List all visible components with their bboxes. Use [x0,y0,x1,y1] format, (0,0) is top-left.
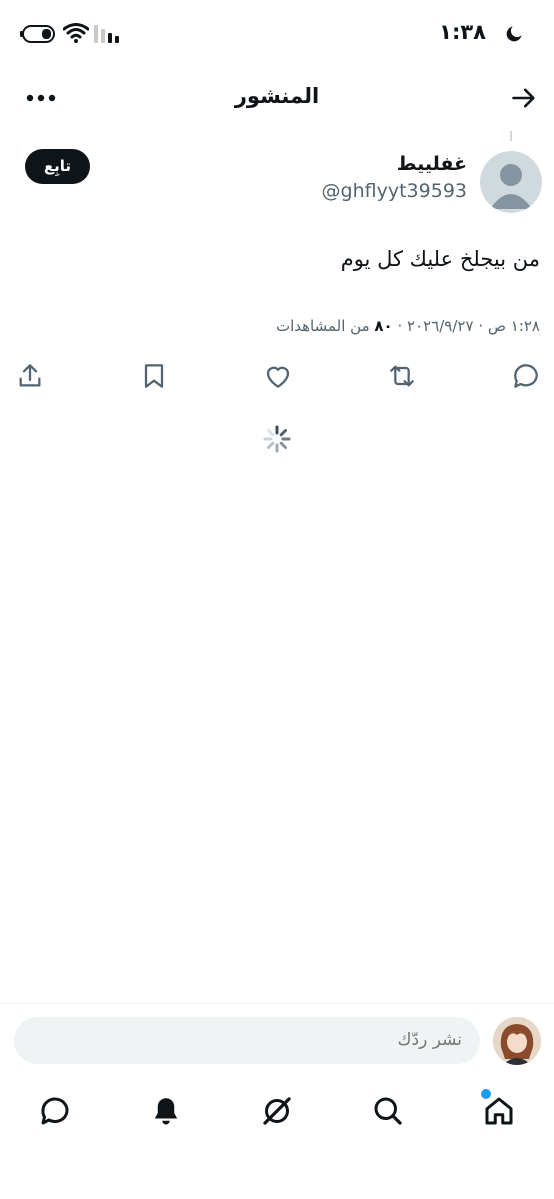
more-button[interactable] [26,94,56,102]
bookmark-icon [144,364,164,388]
post-datetime: ١:٢٨ ص · ٢٠٢٦/٩/٢٧ · [392,317,540,335]
reply-button[interactable] [510,360,542,392]
avatar[interactable] [480,151,542,213]
views-count: ٨٠ [374,317,393,335]
author-name[interactable]: غفلييط [397,153,467,175]
share-button[interactable] [14,360,46,392]
post-text: من بيجلخ عليك كل يوم [340,247,540,271]
reply-input[interactable] [14,1017,480,1064]
like-button[interactable] [262,360,294,392]
user-avatar[interactable] [493,1017,541,1065]
post-meta: ١:٢٨ ص · ٢٠٢٦/٩/٢٧ · ٨٠ من المشاهدات [276,317,540,335]
bookmark-button[interactable] [138,360,170,392]
search-icon [374,1097,402,1125]
wifi-icon [63,23,89,43]
nav-search[interactable] [370,1093,406,1129]
repost-icon [390,365,414,387]
follow-button[interactable]: تابِع [25,149,90,184]
nav-notifications[interactable] [148,1093,184,1129]
messages-icon [41,1097,69,1125]
default-avatar-icon [490,164,532,209]
share-icon [19,364,41,387]
views-label: من المشاهدات [275,317,375,335]
loading-spinner-icon [262,424,292,454]
repost-button[interactable] [386,360,418,392]
signal-icon [94,25,122,43]
battery-icon [20,25,56,43]
notifications-icon [154,1098,178,1125]
composer-divider [0,1003,554,1004]
reply-icon [514,364,538,388]
author-handle[interactable]: @ghflyyt39593 [322,180,467,202]
nav-grok[interactable] [259,1093,295,1129]
status-time: ١:٣٨ [439,20,486,44]
nav-messages[interactable] [37,1093,73,1129]
grok-icon [263,1097,291,1125]
status-bar: ١:٣٨ [0,0,554,64]
notification-dot [481,1089,491,1099]
like-icon [266,366,290,388]
more-horizontal-icon [26,94,56,102]
page-title: المنشور [234,84,320,108]
thread-line [510,131,512,141]
moon-icon [504,24,524,44]
